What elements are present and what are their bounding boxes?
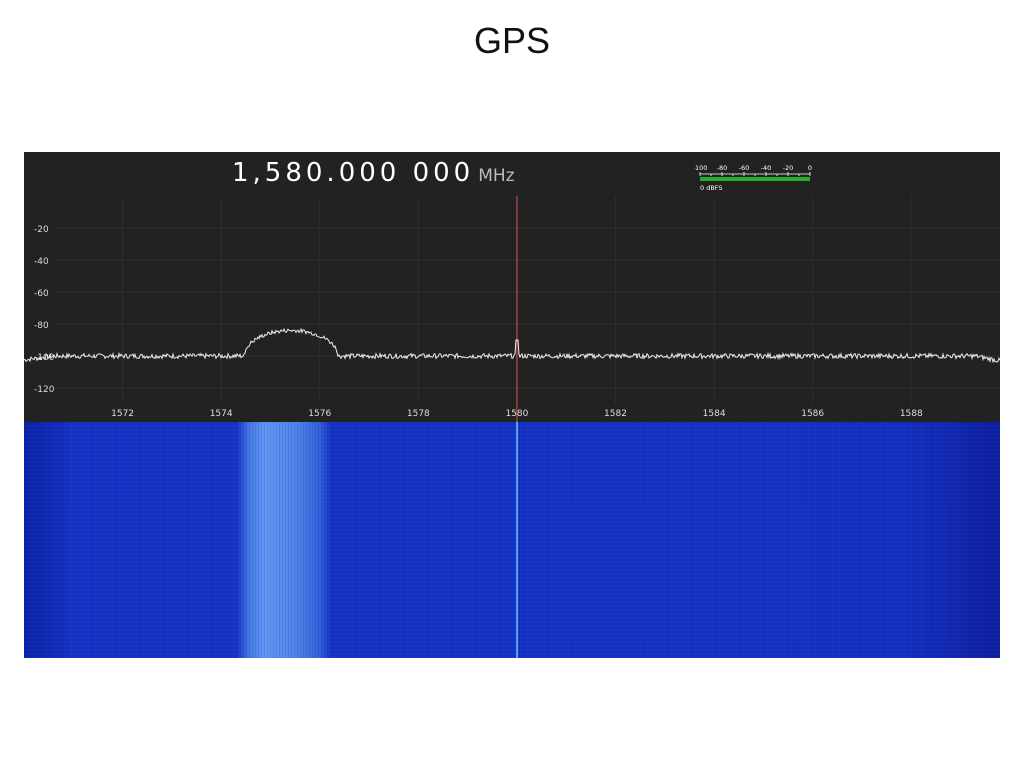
spectrum-grid — [56, 196, 1000, 404]
waterfall-noise-texture — [24, 422, 1000, 658]
meter-scale-label: -100 — [694, 164, 707, 172]
spectrum-y-axis: -20 -40 -60 -80 -100 -120 — [34, 225, 55, 395]
spectrum-plot[interactable]: -20 -40 -60 -80 -100 -120 1572 1574 1576 1578 158… — [24, 196, 1000, 422]
sdr-receiver-panel: 1,580.000 000 MHz -100 -80 -60 -40 -20 0… — [24, 152, 1000, 658]
x-tick-label: 1576 — [308, 409, 331, 419]
meter-scale-label: -40 — [761, 164, 772, 172]
x-tick-label: 1574 — [210, 409, 233, 419]
spectrum-trace — [24, 327, 1000, 364]
x-tick-label: 1584 — [703, 409, 726, 419]
meter-scale-label: 0 — [808, 164, 812, 172]
y-tick-label: -20 — [34, 225, 49, 235]
y-tick-label: -60 — [34, 289, 49, 299]
x-tick-label: 1578 — [407, 409, 430, 419]
meter-readout: 0 dBFS — [700, 184, 723, 192]
slide-title: GPS — [473, 20, 551, 61]
y-tick-label: -120 — [34, 385, 55, 395]
waterfall-display[interactable] — [24, 422, 1000, 658]
y-tick-label: -100 — [34, 353, 55, 363]
level-meter: -100 -80 -60 -40 -20 0 0 dBFS — [694, 164, 812, 192]
x-tick-label: 1582 — [604, 409, 627, 419]
frequency-value[interactable]: 1,580.000 000 — [232, 158, 474, 188]
x-tick-label: 1586 — [801, 409, 824, 419]
y-tick-label: -80 — [34, 321, 49, 331]
meter-scale-label: -80 — [717, 164, 728, 172]
x-tick-label: 1572 — [111, 409, 134, 419]
meter-scale-label: -60 — [739, 164, 750, 172]
level-meter-bar — [700, 177, 810, 181]
frequency-readout[interactable]: 1,580.000 000 MHz — [232, 158, 515, 194]
frequency-unit: MHz — [478, 166, 515, 186]
y-tick-label: -40 — [34, 257, 49, 267]
x-tick-label: 1588 — [900, 409, 923, 419]
meter-scale-label: -20 — [783, 164, 794, 172]
